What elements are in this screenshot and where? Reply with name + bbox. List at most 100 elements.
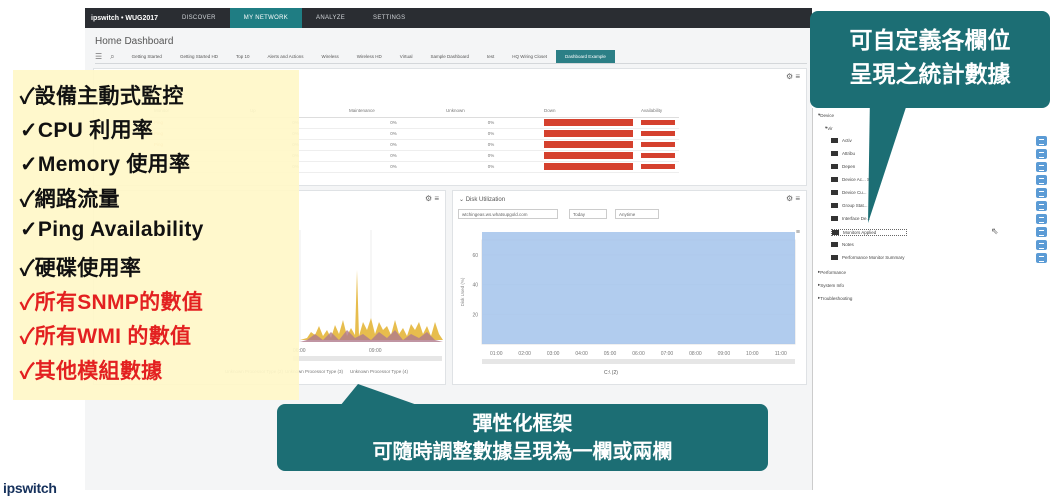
down-cell: [540, 161, 637, 173]
col-header[interactable]: Maintenance: [345, 105, 442, 118]
maintenance-cell: 0%: [345, 117, 442, 129]
x-tick-label: 02:00: [518, 351, 531, 357]
col-header[interactable]: Availability: [637, 105, 679, 118]
feature-item: ✓其他模組數據: [20, 360, 163, 383]
device-select[interactable]: wtchingeas.ws.whatsupgold.com: [458, 209, 558, 219]
callout-line: 彈性化框架: [472, 413, 573, 435]
sidebar-item[interactable]: ▸ Troubleshooting: [818, 295, 852, 301]
time-range-select[interactable]: Today: [569, 209, 607, 219]
hierarchy-icon[interactable]: ☰: [95, 52, 102, 61]
availability-bar: [641, 120, 675, 125]
nav-my-network[interactable]: MY NETWORK: [229, 8, 303, 28]
x-tick-label: 05:00: [604, 351, 617, 357]
widget-settings-icon[interactable]: ⚙ ≡: [786, 194, 800, 203]
tab-wireless[interactable]: Wireless: [313, 50, 348, 63]
tab-getting-started[interactable]: Getting Started: [123, 50, 171, 63]
availability-cell: [637, 117, 679, 129]
sidebar-item[interactable]: Performance Monitor Summary: [831, 255, 905, 260]
sidebar-item-label: Vir: [827, 125, 833, 131]
disk-chart: 20 40 60 01:00 02:00 03:00 04:00 05:00 06:00 07:0…: [460, 232, 796, 376]
sidebar-item-label: Device: [820, 112, 835, 118]
feature-item: ✓硬碟使用率: [20, 257, 142, 280]
add-widget-button[interactable]: [1036, 201, 1047, 211]
sidebar-item[interactable]: Monitors Applied: [831, 229, 908, 236]
x-tick-label: 06:00: [632, 351, 645, 357]
maintenance-cell: 0%: [345, 161, 442, 173]
sidebar-item-label: System Info: [820, 282, 845, 288]
sidebar-item[interactable]: ▸ Performance: [818, 269, 846, 275]
widget-icon: [831, 190, 838, 195]
tab-alerts-actions[interactable]: Alerts and Actions: [258, 50, 312, 63]
tab-hq-wiring-closet[interactable]: HQ Wiring Closet: [503, 50, 556, 63]
tab-sample-dashboard[interactable]: Sample Dashboard: [421, 50, 478, 63]
callout-line: 呈現之統計數據: [849, 61, 1011, 87]
tab-wireless-hd[interactable]: Wireless HD: [348, 50, 391, 63]
add-widget-button[interactable]: [1036, 162, 1047, 172]
sidebar-item-label: Notes: [842, 242, 854, 247]
add-widget-button[interactable]: [1036, 175, 1047, 185]
unknown-cell: 0%: [442, 139, 540, 151]
availability-bar: [641, 131, 675, 136]
range-select[interactable]: Anytime: [615, 209, 659, 219]
feature-item: ✓所有SNMP的數值: [20, 291, 204, 314]
down-bar: [544, 152, 633, 159]
x-tick-label: 01:00: [490, 351, 503, 357]
unknown-cell: 0%: [442, 117, 540, 129]
tab-dashboard-example[interactable]: Dashboard Example: [556, 50, 615, 63]
add-widget-button[interactable]: [1036, 227, 1047, 237]
add-widget-button[interactable]: [1036, 136, 1047, 146]
maintenance-cell: 0%: [345, 150, 442, 162]
tab-test[interactable]: test: [478, 50, 503, 63]
search-icon[interactable]: ⌕: [110, 52, 114, 62]
x-tick-label: 10:00: [746, 351, 759, 357]
add-widget-button[interactable]: [1036, 188, 1047, 198]
time-scrollbar[interactable]: [482, 359, 795, 364]
widget-icon: [831, 216, 838, 221]
x-tick-label: 11:00: [775, 351, 787, 357]
down-cell: [540, 139, 637, 151]
widget-settings-icon[interactable]: ⚙ ≡: [786, 72, 800, 81]
down-bar: [544, 163, 633, 170]
maintenance-cell: 0%: [345, 139, 442, 151]
nav-settings[interactable]: SETTINGS: [359, 8, 419, 28]
app-brand[interactable]: ipswitch • WUG2017: [85, 15, 168, 22]
x-tick: 09:00: [369, 348, 382, 354]
top-navigation-bar: ipswitch • WUG2017 DISCOVER MY NETWORK A…: [85, 8, 812, 28]
tab-top-10[interactable]: Top 10: [227, 50, 259, 63]
add-widget-button[interactable]: [1036, 214, 1047, 224]
disk-widget-title: Disk Utilization: [465, 197, 506, 203]
sidebar-item[interactable]: ▸ System Info: [818, 282, 844, 288]
feature-item: ✓所有WMI 的數值: [20, 325, 192, 348]
feature-item: ✓Ping Availability: [20, 218, 204, 241]
page-title: Home Dashboard: [95, 36, 174, 47]
widget-icon: [831, 151, 838, 156]
legend-item[interactable]: C:\ (2): [604, 370, 618, 376]
widget-icon: [831, 242, 838, 247]
callout-line: 可自定義各欄位: [849, 27, 1011, 53]
legend-item[interactable]: Unknown Processor Type (4): [350, 369, 408, 374]
col-header[interactable]: Down: [540, 105, 637, 118]
down-cell: [540, 150, 637, 162]
y-tick-label: 40: [472, 283, 478, 289]
widget-title: ⌄ Disk Utilization: [459, 197, 506, 203]
time-scrollbar[interactable]: [293, 356, 442, 361]
add-widget-button[interactable]: [1036, 240, 1047, 250]
availability-cell: [637, 139, 679, 151]
feature-item: ✓Memory 使用率: [20, 153, 191, 176]
widget-icon: [831, 164, 838, 169]
add-widget-button[interactable]: [1036, 149, 1047, 159]
nav-analyze[interactable]: ANALYZE: [302, 8, 359, 28]
down-bar: [544, 141, 633, 148]
x-tick-label: 07:00: [661, 351, 674, 357]
nav-discover[interactable]: DISCOVER: [168, 8, 230, 28]
tab-virtual[interactable]: Virtual: [391, 50, 422, 63]
sidebar-item[interactable]: Notes: [831, 242, 854, 247]
unknown-cell: 0%: [442, 161, 540, 173]
add-widget-button[interactable]: [1036, 253, 1047, 263]
sidebar-item[interactable]: ▾ Vir: [825, 125, 833, 131]
widget-settings-icon[interactable]: ⚙ ≡: [425, 194, 439, 203]
sidebar-item[interactable]: ▾ Device: [818, 112, 834, 118]
series-area: [482, 232, 795, 344]
tab-getting-started-hd[interactable]: Getting Started HD: [171, 50, 227, 63]
col-header[interactable]: Unknown: [442, 105, 540, 118]
